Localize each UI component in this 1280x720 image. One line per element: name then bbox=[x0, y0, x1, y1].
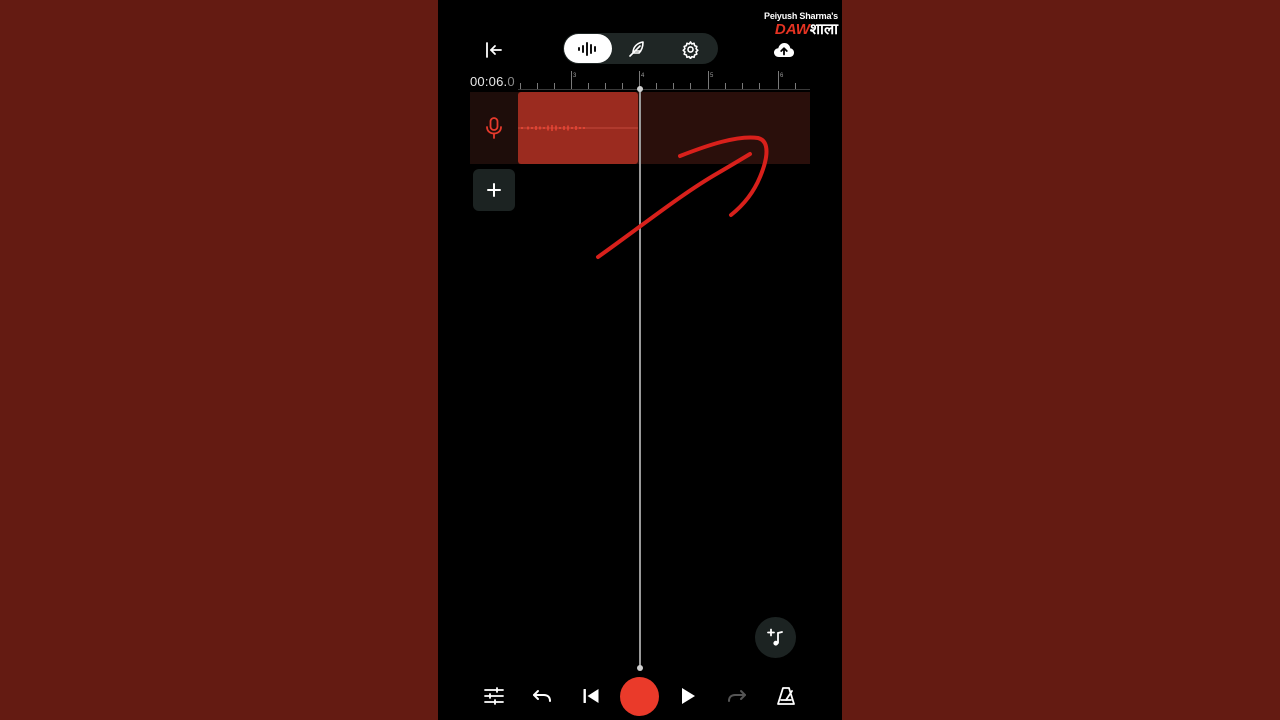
mode-toggle bbox=[563, 33, 718, 64]
ruler-tick bbox=[759, 83, 760, 89]
add-music-icon bbox=[766, 628, 786, 648]
playhead-top-handle[interactable] bbox=[637, 86, 643, 92]
app-screen: Peiyush Sharma's DAWशाला 00:06.0 3 4 5 6 bbox=[438, 0, 842, 720]
redo-icon[interactable] bbox=[725, 684, 749, 708]
add-track-button[interactable] bbox=[473, 169, 515, 211]
track-header[interactable] bbox=[470, 92, 518, 164]
time-readout: 00:06.0 bbox=[470, 74, 520, 90]
ruler-tick bbox=[605, 83, 606, 89]
add-music-button[interactable] bbox=[755, 617, 796, 658]
ruler-tick bbox=[656, 83, 657, 89]
undo-icon[interactable] bbox=[530, 684, 554, 708]
skip-back-icon[interactable] bbox=[579, 684, 603, 708]
time-main: 00:06. bbox=[470, 74, 508, 89]
microphone-icon[interactable] bbox=[485, 117, 503, 139]
ruler-tick bbox=[554, 83, 555, 89]
ruler-tick bbox=[690, 83, 691, 89]
record-button[interactable] bbox=[620, 677, 659, 716]
gear-icon[interactable] bbox=[678, 37, 702, 61]
ruler-tick bbox=[673, 83, 674, 89]
watermark-author: Peiyush Sharma's bbox=[764, 11, 838, 21]
bar-label-6: 6 bbox=[780, 73, 784, 79]
ruler-tick bbox=[795, 83, 796, 89]
feather-icon[interactable] bbox=[625, 38, 649, 60]
ruler-tick bbox=[588, 83, 589, 89]
ruler-bar-tick bbox=[708, 71, 709, 89]
exit-icon[interactable] bbox=[482, 38, 506, 62]
bar-label-4: 4 bbox=[641, 73, 645, 79]
waveform-icon[interactable] bbox=[564, 34, 612, 63]
ruler-tick bbox=[537, 83, 538, 89]
watermark-brand: DAWशाला bbox=[774, 21, 838, 38]
time-fade: 0 bbox=[507, 74, 515, 89]
ruler-tick bbox=[742, 83, 743, 89]
mixer-icon[interactable] bbox=[482, 684, 506, 708]
play-icon[interactable] bbox=[676, 684, 700, 708]
ruler-bar-tick bbox=[778, 71, 779, 89]
ruler-tick bbox=[725, 83, 726, 89]
playhead-bottom-handle[interactable] bbox=[637, 665, 643, 671]
ruler-tick bbox=[520, 83, 521, 89]
bar-label-5: 5 bbox=[710, 73, 714, 79]
ruler-baseline bbox=[518, 89, 810, 90]
watermark-logo: Peiyush Sharma's DAWशाला bbox=[764, 11, 838, 38]
bar-label-3: 3 bbox=[573, 73, 577, 79]
metronome-icon[interactable] bbox=[774, 684, 798, 708]
cloud-upload-icon[interactable] bbox=[772, 40, 796, 60]
plus-icon bbox=[486, 182, 502, 198]
ruler-bar-tick bbox=[571, 71, 572, 89]
annotation-arrow bbox=[596, 135, 769, 259]
ruler-tick bbox=[622, 83, 623, 89]
